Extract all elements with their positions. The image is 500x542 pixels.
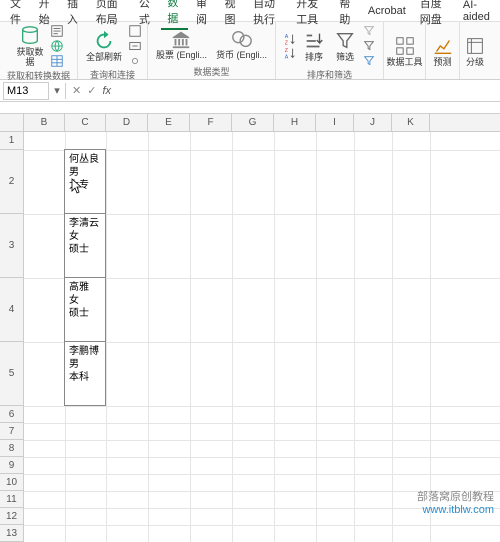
cell-C5[interactable]: 李鹏博男本科 (64, 341, 106, 406)
record-edu: 本科 (69, 371, 101, 384)
refresh-all-button[interactable]: 全部刷新 (83, 29, 125, 64)
col-header-G[interactable]: G (232, 114, 274, 131)
sort-desc-icon: ZA (283, 46, 297, 60)
menu-ai[interactable]: AI-aided (457, 0, 496, 25)
row-header-12[interactable]: 12 (0, 508, 23, 525)
from-web-icon[interactable] (50, 39, 64, 53)
row-header-4[interactable]: 4 (0, 278, 23, 342)
record-edu: 大专 (69, 179, 101, 192)
svg-text:A: A (285, 34, 289, 40)
name-box[interactable] (3, 82, 49, 100)
row-headers: 12345678910111213 (0, 132, 24, 542)
sort-desc-button[interactable]: ZA (283, 46, 297, 60)
forecast-icon (432, 35, 454, 57)
menu-bar: 文件 开始 插入 页面布局 公式 数据 审阅 视图 自动执行 开发工具 帮助 A… (0, 0, 500, 22)
record-name: 李清云 (69, 217, 101, 230)
record-name: 何丛良 (69, 153, 101, 166)
record-edu: 硕士 (69, 243, 101, 256)
group-queries: 查询和连接 (90, 68, 135, 81)
cell-C3[interactable]: 李清云女硕士 (64, 213, 106, 278)
queries-icon[interactable] (128, 24, 142, 38)
filter-button[interactable]: 筛选 (331, 29, 359, 64)
worksheet[interactable]: BCDEFGHIJK 12345678910111213 何丛良男大专李清云女硕… (0, 114, 500, 542)
record-name: 李鹏博 (69, 345, 101, 358)
reapply-icon[interactable] (362, 39, 376, 53)
name-box-dropdown[interactable]: ▾ (52, 84, 62, 97)
record-name: 高雅 (69, 281, 101, 294)
formula-bar: ▾ ✕ ✓ fx (0, 80, 500, 102)
row-header-13[interactable]: 13 (0, 525, 23, 542)
col-header-J[interactable]: J (354, 114, 392, 131)
cancel-icon[interactable]: ✕ (69, 84, 84, 97)
record-gender: 女 (69, 294, 101, 307)
formula-input[interactable] (114, 82, 500, 100)
group-datatypes: 数据类型 (193, 65, 229, 78)
clear-filter-icon[interactable] (362, 24, 376, 38)
stocks-button[interactable]: 股票 (Engli... (153, 27, 210, 62)
col-header-I[interactable]: I (316, 114, 354, 131)
sort-asc-icon: AZ (283, 32, 297, 46)
record-edu: 硕士 (69, 307, 101, 320)
cells-area[interactable]: 何丛良男大专李清云女硕士高雅女硕士李鹏博男本科 (24, 132, 500, 542)
outline-icon (464, 35, 486, 57)
group-sort-filter: 排序和筛选 (307, 68, 352, 81)
sort-button[interactable]: 排序 (300, 29, 328, 64)
funnel-icon (334, 30, 356, 52)
sort-asc-button[interactable]: AZ (283, 32, 297, 46)
editlinks-icon[interactable] (128, 54, 142, 68)
subtotal-button[interactable]: 分级 (461, 34, 489, 69)
group-get-transform: 获取和转换数据 (7, 69, 70, 82)
col-header-E[interactable]: E (148, 114, 190, 131)
record-gender: 女 (69, 230, 101, 243)
row-header-11[interactable]: 11 (0, 491, 23, 508)
tools-icon (394, 35, 416, 57)
col-header-F[interactable]: F (190, 114, 232, 131)
advanced-filter-icon[interactable] (362, 54, 376, 68)
row-header-7[interactable]: 7 (0, 423, 23, 440)
from-table-icon[interactable] (50, 54, 64, 68)
select-all-corner[interactable] (0, 114, 24, 131)
svg-text:A: A (285, 54, 289, 60)
row-header-6[interactable]: 6 (0, 406, 23, 423)
from-text-icon[interactable] (50, 24, 64, 38)
bank-icon (170, 28, 192, 50)
record-gender: 男 (69, 358, 101, 371)
col-header-H[interactable]: H (274, 114, 316, 131)
forecast-button[interactable]: 预测 (429, 34, 457, 69)
row-header-10[interactable]: 10 (0, 474, 23, 491)
database-icon (19, 25, 41, 47)
menu-acrobat[interactable]: Acrobat (362, 3, 412, 19)
data-tools-button[interactable]: 数据工具 (384, 34, 426, 69)
row-header-8[interactable]: 8 (0, 440, 23, 457)
enter-icon[interactable]: ✓ (84, 84, 99, 97)
col-header-D[interactable]: D (106, 114, 148, 131)
cell-C2[interactable]: 何丛良男大专 (64, 149, 106, 214)
col-header-K[interactable]: K (392, 114, 430, 131)
properties-icon[interactable] (128, 39, 142, 53)
row-header-3[interactable]: 3 (0, 214, 23, 278)
col-header-C[interactable]: C (65, 114, 106, 131)
currency-button[interactable]: 货币 (Engli... (213, 27, 270, 62)
column-headers: BCDEFGHIJK (0, 114, 500, 132)
row-header-9[interactable]: 9 (0, 457, 23, 474)
currency-icon (231, 28, 253, 50)
refresh-icon (93, 30, 115, 52)
col-header-B[interactable]: B (24, 114, 65, 131)
ribbon: 获取数 据 获取和转换数据 全部刷新 查询和连接 (0, 22, 500, 80)
fx-icon[interactable]: fx (99, 85, 114, 97)
svg-text:Z: Z (285, 48, 289, 54)
row-header-2[interactable]: 2 (0, 150, 23, 214)
sort-icon (303, 30, 325, 52)
row-header-1[interactable]: 1 (0, 132, 23, 150)
get-data-button[interactable]: 获取数 据 (13, 24, 46, 69)
row-header-5[interactable]: 5 (0, 342, 23, 406)
cell-C4[interactable]: 高雅女硕士 (64, 277, 106, 342)
record-gender: 男 (69, 166, 101, 179)
